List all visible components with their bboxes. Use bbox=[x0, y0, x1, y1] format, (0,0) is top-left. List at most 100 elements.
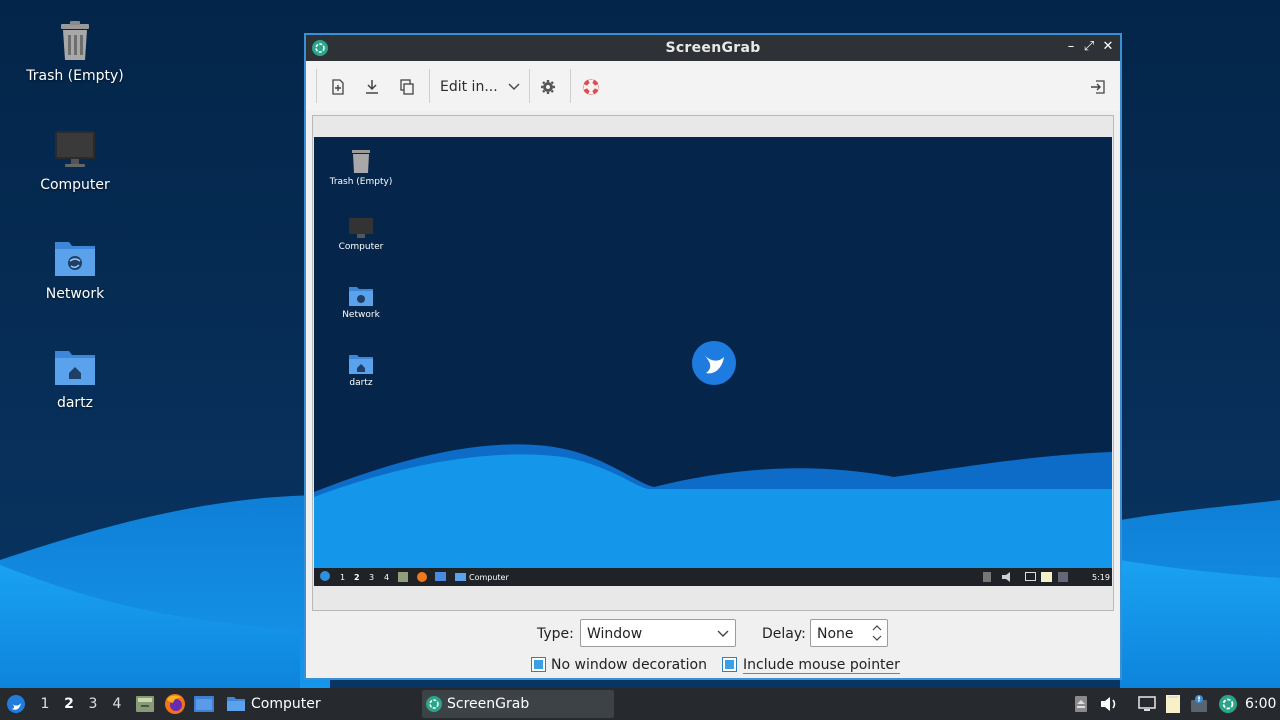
delay-value: None bbox=[817, 626, 854, 642]
desktop-icon-label: Network bbox=[45, 286, 105, 302]
preview-workspace: 2 bbox=[354, 573, 360, 582]
desktop-icon-label: dartz bbox=[56, 395, 94, 411]
preview-wallpaper bbox=[314, 137, 1112, 586]
include-pointer-checkbox[interactable] bbox=[722, 657, 737, 672]
window-titlebar[interactable]: ScreenGrab – ⤢ ✕ bbox=[306, 35, 1120, 61]
drive-icon bbox=[983, 572, 991, 582]
preview-icon-label: dartz bbox=[349, 378, 373, 388]
task-computer[interactable]: Computer bbox=[222, 688, 414, 720]
preview-taskbar: 1 2 3 4 Computer 5:19 bbox=[314, 568, 1112, 586]
toolbar-separator bbox=[429, 69, 430, 103]
desktop-icon-label: Computer bbox=[40, 177, 110, 193]
capture-options: Type: Window Delay: None No window decor… bbox=[306, 615, 1120, 679]
preview-clock: 5:19 bbox=[1092, 573, 1110, 582]
removable-drive-tray[interactable] bbox=[1071, 688, 1091, 720]
preview-icon-network: Network bbox=[321, 285, 401, 320]
no-decoration-checkbox[interactable] bbox=[531, 657, 546, 672]
desktop-window-icon bbox=[194, 696, 214, 712]
task-label: ScreenGrab bbox=[447, 696, 530, 712]
include-pointer-label[interactable]: Include mouse pointer bbox=[743, 657, 900, 674]
network-folder-icon bbox=[349, 287, 373, 306]
settings-button[interactable] bbox=[536, 75, 560, 99]
workspace-4[interactable]: 4 bbox=[106, 688, 128, 720]
notes-tray[interactable] bbox=[1162, 688, 1184, 720]
window-icon bbox=[435, 572, 446, 581]
volume-icon bbox=[1101, 697, 1116, 711]
updates-icon bbox=[1191, 695, 1207, 712]
exit-button[interactable] bbox=[1086, 75, 1110, 99]
folder-icon bbox=[227, 697, 245, 711]
desktop-icon-trash[interactable]: Trash (Empty) bbox=[10, 18, 140, 84]
firefox-icon bbox=[417, 572, 427, 582]
firefox-launcher[interactable] bbox=[163, 688, 187, 720]
preview-image: Trash (Empty) Computer Network dartz 1 2… bbox=[314, 137, 1112, 586]
home-folder-icon bbox=[349, 355, 373, 374]
workspace-2[interactable]: 2 bbox=[58, 688, 80, 720]
save-button[interactable] bbox=[360, 75, 384, 99]
desktop-icon-network[interactable]: Network bbox=[10, 236, 140, 302]
delay-spinbox[interactable]: None bbox=[810, 619, 888, 647]
lifebuoy-icon bbox=[583, 79, 599, 95]
firefox-icon bbox=[165, 694, 185, 714]
type-select[interactable]: Window bbox=[580, 619, 736, 647]
edit-in-label: Edit in... bbox=[440, 79, 498, 95]
spin-arrows-icon[interactable] bbox=[872, 623, 882, 643]
maximize-button[interactable]: ⤢ bbox=[1080, 38, 1098, 56]
toolbar-separator bbox=[570, 69, 571, 103]
desktop-icon-label: Trash (Empty) bbox=[26, 68, 124, 84]
show-desktop-button[interactable] bbox=[192, 688, 216, 720]
preview-icon-label: Network bbox=[342, 310, 380, 320]
desktop-icon-computer[interactable]: Computer bbox=[10, 127, 140, 193]
file-manager-icon bbox=[136, 696, 154, 712]
exit-icon bbox=[1091, 80, 1105, 94]
trash-icon bbox=[352, 150, 370, 173]
preview-icon-label: Trash (Empty) bbox=[329, 177, 393, 187]
notes-icon bbox=[1166, 695, 1180, 713]
volume-control[interactable] bbox=[1098, 688, 1120, 720]
preview-icon-trash: Trash (Empty) bbox=[321, 148, 401, 187]
computer-icon bbox=[55, 131, 95, 167]
preview-icon-label: Computer bbox=[338, 242, 384, 252]
display-icon bbox=[1025, 572, 1036, 581]
workspace-3[interactable]: 3 bbox=[82, 688, 104, 720]
minimize-button[interactable]: – bbox=[1062, 38, 1080, 56]
display-icon bbox=[1138, 696, 1156, 711]
type-label: Type: bbox=[537, 626, 574, 642]
preview-workspace: 1 bbox=[340, 573, 346, 582]
toolbar-separator bbox=[316, 69, 317, 103]
edit-in-dropdown[interactable]: Edit in... bbox=[436, 73, 522, 101]
preview-icon-home: dartz bbox=[321, 353, 401, 388]
screengrab-icon bbox=[426, 696, 442, 712]
computer-icon bbox=[349, 218, 373, 238]
chevron-down-icon bbox=[717, 630, 729, 637]
preview-workspace: 3 bbox=[369, 573, 375, 582]
network-folder-icon bbox=[55, 242, 95, 276]
help-button[interactable] bbox=[579, 75, 603, 99]
file-manager-launcher[interactable] bbox=[134, 688, 156, 720]
window-title: ScreenGrab bbox=[665, 40, 761, 56]
copy-button[interactable] bbox=[395, 75, 419, 99]
type-value: Window bbox=[587, 626, 643, 642]
volume-icon bbox=[1002, 572, 1010, 582]
clock[interactable]: 6:00 bbox=[1245, 688, 1276, 720]
updates-tray[interactable] bbox=[1188, 688, 1210, 720]
display-settings[interactable] bbox=[1136, 688, 1158, 720]
updates-icon bbox=[1058, 572, 1068, 582]
copy-icon bbox=[400, 79, 414, 95]
task-screengrab[interactable]: ScreenGrab bbox=[422, 690, 614, 718]
workspace-1[interactable]: 1 bbox=[34, 688, 56, 720]
trash-icon bbox=[61, 21, 89, 60]
save-icon bbox=[366, 80, 378, 94]
screenshot-preview: Trash (Empty) Computer Network dartz 1 2… bbox=[312, 115, 1114, 611]
app-menu-button[interactable] bbox=[4, 688, 28, 720]
screengrab-icon bbox=[1219, 695, 1237, 713]
desktop-icon-home[interactable]: dartz bbox=[10, 345, 140, 411]
chevron-down-icon bbox=[508, 83, 520, 90]
new-screenshot-button[interactable] bbox=[326, 75, 350, 99]
preview-icon-computer: Computer bbox=[321, 217, 401, 252]
screengrab-window: ScreenGrab – ⤢ ✕ Edit in... Trash (Empty… bbox=[304, 33, 1122, 680]
close-button[interactable]: ✕ bbox=[1099, 38, 1117, 56]
home-folder-icon bbox=[55, 351, 95, 385]
screengrab-tray[interactable] bbox=[1217, 688, 1239, 720]
no-decoration-label[interactable]: No window decoration bbox=[551, 657, 707, 673]
